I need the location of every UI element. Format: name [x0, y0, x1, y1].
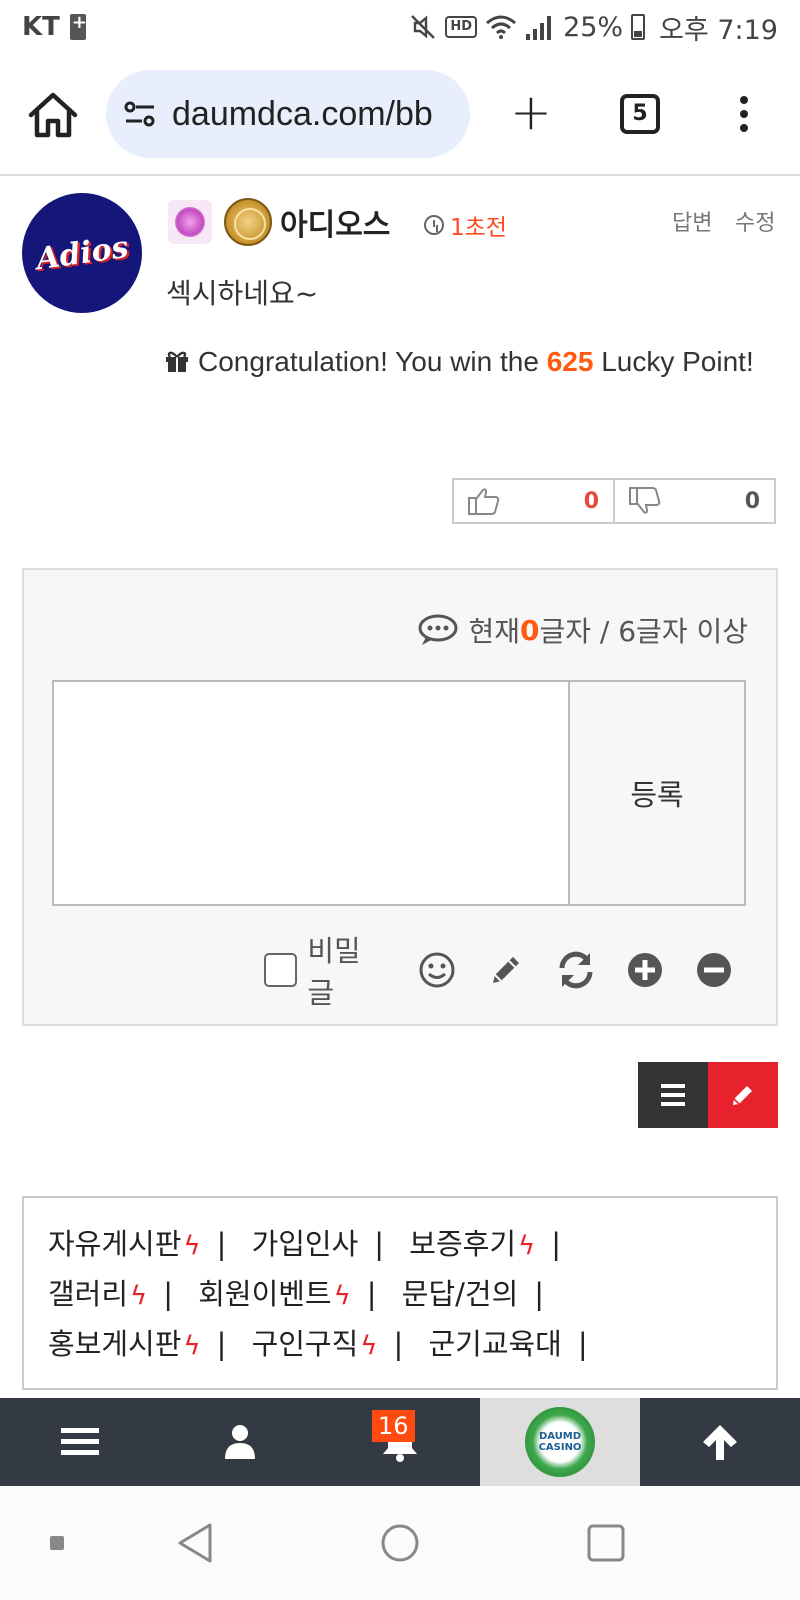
android-nav-bar — [0, 1486, 800, 1600]
hot-bolt-icon: ϟ — [518, 1231, 536, 1261]
board-row: 자유게시판ϟ | 가입인사 | 보증후기ϟ | — [48, 1220, 752, 1270]
nav-dot-icon — [50, 1536, 64, 1550]
coin-icon — [224, 198, 272, 246]
hot-bolt-icon: ϟ — [183, 1331, 201, 1361]
like-button[interactable]: 0 — [454, 480, 613, 522]
logo-line1: DAUMD — [538, 1431, 582, 1442]
board-link-greeting[interactable]: 가입인사 — [252, 1227, 359, 1261]
minus-circle-icon[interactable] — [695, 950, 734, 990]
emoticon-icon[interactable] — [418, 950, 457, 990]
comment-form: 현재 0 글자 / 6글자 이상 등록 비밀글 — [22, 568, 778, 1026]
hot-bolt-icon: ϟ — [130, 1281, 148, 1311]
thumbs-down-icon — [629, 487, 661, 514]
avatar[interactable]: Adios — [22, 193, 142, 313]
reply-link[interactable]: 답변 — [672, 205, 712, 237]
nav-user-button[interactable] — [200, 1398, 280, 1486]
lucky-prefix: Congratulation! You win the — [198, 346, 547, 377]
char-counter: 현재 0 글자 / 6글자 이상 — [418, 610, 748, 650]
secret-checkbox[interactable] — [264, 953, 298, 987]
site-settings-icon[interactable] — [124, 101, 156, 127]
nav-menu-button[interactable] — [40, 1398, 120, 1486]
write-button[interactable] — [708, 1062, 778, 1128]
arrow-up-icon — [703, 1425, 737, 1460]
browser-toolbar: daumdca.com/bb + 5 — [0, 54, 800, 176]
battery-percent: 25% — [563, 11, 624, 43]
lucky-suffix: Lucky Point! — [593, 346, 754, 377]
dislike-count: 0 — [744, 488, 760, 514]
board-link-free[interactable]: 자유게시판 — [48, 1227, 181, 1261]
user-icon — [225, 1425, 255, 1459]
plus-circle-icon[interactable] — [626, 950, 665, 990]
lucky-point-message: Congratulation! You win the 625 Lucky Po… — [164, 338, 784, 386]
url-text: daumdca.com/bb — [172, 94, 433, 133]
signal-icon — [526, 16, 552, 40]
tabs-icon[interactable]: 5 — [620, 94, 660, 134]
casino-logo: DAUMD CASINO — [525, 1407, 595, 1477]
level-icon — [168, 200, 212, 244]
board-link-review[interactable]: 보증후기 — [409, 1227, 516, 1261]
dislike-button[interactable]: 0 — [613, 480, 774, 522]
notification-badge: 16 — [372, 1410, 415, 1442]
thumbs-up-icon — [468, 488, 500, 515]
charging-icon — [69, 12, 87, 40]
board-row: 홍보게시판ϟ | 구인구직ϟ | 군기교육대 | — [48, 1320, 752, 1370]
address-bar[interactable]: daumdca.com/bb — [106, 70, 470, 158]
counter-prefix: 현재 — [468, 615, 520, 648]
chat-bubble-icon — [418, 614, 458, 645]
hot-bolt-icon: ϟ — [333, 1281, 351, 1311]
bottom-nav: 16 DAUMD CASINO — [0, 1398, 800, 1486]
menu-icon — [61, 1428, 99, 1455]
board-link-gallery[interactable]: 갤러리 — [48, 1277, 128, 1311]
mute-icon — [411, 15, 436, 39]
like-count: 0 — [583, 488, 599, 514]
board-link-promo[interactable]: 홍보게시판 — [48, 1327, 181, 1361]
counter-value: 0 — [520, 613, 540, 647]
lucky-points: 625 — [546, 346, 594, 377]
clock-icon — [424, 215, 444, 235]
status-icons: HD 25% 오후 7:19 — [409, 8, 778, 47]
board-link-discipline[interactable]: 군기교육대 — [428, 1327, 561, 1361]
write-pencil-icon — [733, 1086, 752, 1105]
counter-suffix: 글자 / 6글자 이상 — [539, 615, 748, 648]
board-link-qna[interactable]: 문답/건의 — [402, 1277, 519, 1311]
vote-box: 0 0 — [452, 478, 776, 524]
comment-text: 섹시하네요~ — [166, 277, 319, 310]
pencil-icon[interactable] — [487, 950, 526, 990]
comment-time: 1초전 — [424, 208, 507, 242]
avatar-text: Adios — [33, 229, 131, 277]
board-links: 자유게시판ϟ | 가입인사 | 보증후기ϟ | 갤러리ϟ | 회원이벤트ϟ | 문답/건의… — [22, 1196, 778, 1390]
edit-link[interactable]: 수정 — [735, 205, 775, 237]
more-icon[interactable] — [740, 96, 750, 138]
hd-voice-icon: HD — [445, 16, 478, 38]
new-tab-icon[interactable]: + — [510, 87, 552, 137]
comment-textarea[interactable] — [52, 680, 570, 906]
list-button[interactable] — [638, 1062, 708, 1128]
nav-logo-button[interactable]: DAUMD CASINO — [480, 1398, 640, 1486]
board-link-event[interactable]: 회원이벤트 — [198, 1277, 331, 1311]
gift-icon — [164, 340, 190, 372]
comment-tools: 비밀글 — [264, 934, 764, 1010]
home-circle-icon[interactable] — [380, 1523, 420, 1563]
tab-count: 5 — [632, 101, 648, 126]
carrier-name: KT — [22, 12, 60, 42]
refresh-icon[interactable] — [556, 950, 596, 990]
battery-icon — [631, 14, 646, 40]
wifi-icon — [486, 15, 517, 39]
board-row: 갤러리ϟ | 회원이벤트ϟ | 문답/건의 | — [48, 1270, 752, 1320]
submit-button[interactable]: 등록 — [568, 680, 746, 906]
recents-icon[interactable] — [586, 1523, 626, 1563]
clock: 오후 7:19 — [659, 14, 778, 46]
hot-bolt-icon: ϟ — [183, 1231, 201, 1261]
secret-label: 비밀글 — [307, 934, 361, 1010]
comment-author[interactable]: 아디오스 — [280, 200, 390, 244]
home-icon[interactable] — [28, 92, 78, 138]
hot-bolt-icon: ϟ — [360, 1331, 378, 1361]
time-text: 1초전 — [450, 215, 507, 241]
status-bar: KT HD 25% 오후 7:19 — [0, 0, 800, 54]
board-link-jobs[interactable]: 구인구직 — [252, 1327, 359, 1361]
nav-scroll-top-button[interactable] — [680, 1398, 760, 1486]
back-icon[interactable] — [175, 1522, 215, 1564]
logo-line2: CASINO — [538, 1442, 582, 1453]
